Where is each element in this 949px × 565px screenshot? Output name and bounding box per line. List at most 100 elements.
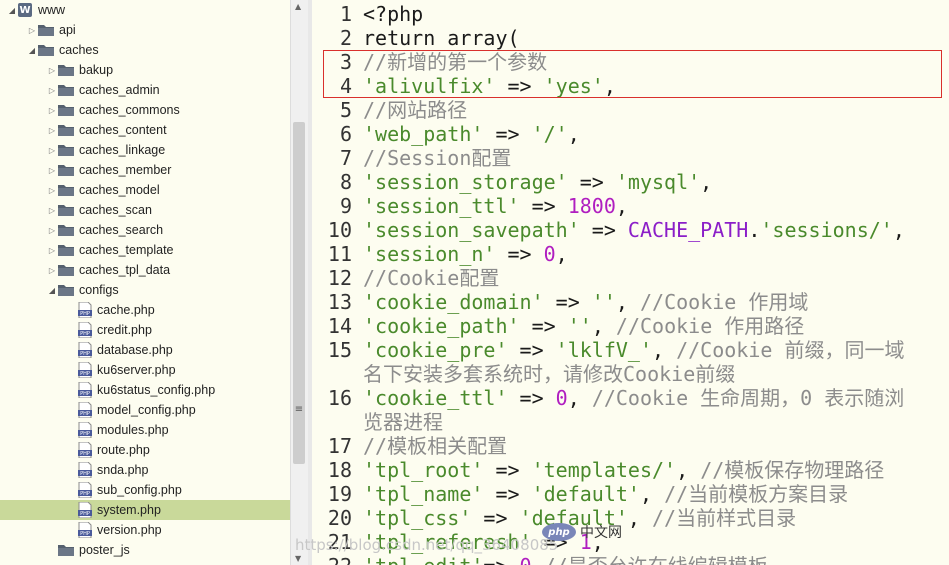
code-token: 'sessions/' bbox=[760, 218, 893, 242]
tree-item-label: sub_config.php bbox=[97, 483, 182, 497]
folder-icon bbox=[58, 544, 79, 556]
grip-icon: ≡ bbox=[294, 404, 304, 415]
code-line[interactable]: //Session配置 bbox=[363, 146, 511, 170]
tree-file[interactable]: PHP database.php bbox=[0, 340, 290, 360]
scroll-up-icon[interactable]: ▲ bbox=[295, 2, 301, 11]
expand-arrow-icon[interactable]: ▷ bbox=[46, 146, 58, 155]
tree-folder[interactable]: ▷ caches_search bbox=[0, 220, 290, 240]
code-line[interactable]: 'session_n' => 0, bbox=[363, 242, 568, 266]
tree-folder[interactable]: ▷ caches_content bbox=[0, 120, 290, 140]
code-token: => bbox=[483, 122, 532, 146]
scrollbar-thumb[interactable]: ≡ bbox=[293, 122, 305, 464]
tree-item-label: caches_model bbox=[79, 183, 160, 197]
code-token: 'mysql' bbox=[615, 170, 701, 194]
tree-file[interactable]: PHP modules.php bbox=[0, 420, 290, 440]
expand-arrow-icon[interactable]: ▷ bbox=[46, 166, 58, 175]
expand-arrow-icon[interactable]: ▷ bbox=[46, 266, 58, 275]
code-line[interactable]: 名下安装多套系统时，请修改Cookie前缀 bbox=[363, 362, 735, 386]
tree-scrollbar[interactable]: ▲ ≡ ▼ bbox=[290, 0, 308, 565]
code-line[interactable]: 'web_path' => '/', bbox=[363, 122, 580, 146]
code-line[interactable]: 'session_storage' => 'mysql', bbox=[363, 170, 712, 194]
code-line[interactable]: 'session_ttl' => 1800, bbox=[363, 194, 628, 218]
folder-icon bbox=[58, 224, 79, 236]
code-line[interactable]: 'tpl_name' => 'default', //当前模板方案目录 bbox=[363, 482, 848, 506]
tree-folder[interactable]: ▷ caches_admin bbox=[0, 80, 290, 100]
line-number: 15 bbox=[327, 338, 352, 362]
code-token: //Cookie 作用路径 bbox=[615, 314, 805, 338]
collapse-arrow-icon[interactable]: ◢ bbox=[26, 46, 38, 55]
tree-item-label: caches_linkage bbox=[79, 143, 166, 157]
tree-item-label: caches_admin bbox=[79, 83, 160, 97]
code-line[interactable]: 'tpl_edit'=> 0,//是否允许在线编辑模板 bbox=[363, 554, 768, 565]
code-line[interactable]: 'cookie_pre' => 'lklfV_', //Cookie 前缀，同一… bbox=[363, 338, 904, 362]
svg-text:PHP: PHP bbox=[80, 471, 90, 477]
code-line[interactable]: 览器进程 bbox=[363, 410, 443, 434]
code-line[interactable]: 'cookie_path' => '', //Cookie 作用路径 bbox=[363, 314, 804, 338]
code-token: '/' bbox=[531, 122, 568, 146]
expand-arrow-icon[interactable]: ▷ bbox=[46, 246, 58, 255]
expand-arrow-icon[interactable]: ▷ bbox=[26, 26, 38, 35]
svg-text:PHP: PHP bbox=[80, 431, 90, 437]
tree-folder[interactable]: ▷ caches_linkage bbox=[0, 140, 290, 160]
tree-folder[interactable]: ◢ configs bbox=[0, 280, 290, 300]
code-token: <?php bbox=[363, 2, 424, 26]
code-line[interactable]: //模板相关配置 bbox=[363, 434, 507, 458]
php-file-icon: PHP bbox=[78, 382, 97, 398]
code-token: , bbox=[676, 458, 701, 482]
expand-arrow-icon[interactable]: ▷ bbox=[46, 186, 58, 195]
expand-arrow-icon[interactable]: ▷ bbox=[46, 86, 58, 95]
code-editor[interactable]: 1 <?php 2 return array(3//新增的第一个参数 4'alivulf… bbox=[312, 0, 949, 565]
collapse-arrow-icon[interactable]: ◢ bbox=[46, 286, 58, 295]
expand-arrow-icon[interactable]: ▷ bbox=[46, 126, 58, 135]
tree-folder[interactable]: ▷ caches_scan bbox=[0, 200, 290, 220]
expand-arrow-icon[interactable]: ◢ bbox=[6, 6, 18, 15]
code-line[interactable]: 'tpl_root' => 'templates/', //模板保存物理路径 bbox=[363, 458, 884, 482]
tree-folder[interactable]: ▷ caches_tpl_data bbox=[0, 260, 290, 280]
tree-folder[interactable]: ▷ bakup bbox=[0, 60, 290, 80]
code-token: => bbox=[519, 314, 568, 338]
code-line[interactable]: 'cookie_ttl' => 0, //Cookie 生命周期，0 表示随浏 bbox=[363, 386, 904, 410]
code-token: , bbox=[567, 122, 580, 146]
tree-item-label: poster_js bbox=[79, 543, 130, 557]
tree-file[interactable]: PHP cache.php bbox=[0, 300, 290, 320]
code-line[interactable]: return array( bbox=[363, 26, 520, 50]
tree-folder[interactable]: ▷ caches_model bbox=[0, 180, 290, 200]
tree-file[interactable]: PHP ku6status_config.php bbox=[0, 380, 290, 400]
tree-file[interactable]: PHP ku6server.php bbox=[0, 360, 290, 380]
tree-file[interactable]: PHP snda.php bbox=[0, 460, 290, 480]
svg-text:PHP: PHP bbox=[80, 411, 90, 417]
tree-item-label: ku6server.php bbox=[97, 363, 176, 377]
expand-arrow-icon[interactable]: ▷ bbox=[46, 66, 58, 75]
tree-item-label: credit.php bbox=[97, 323, 152, 337]
tree-folder[interactable]: ▷ api bbox=[0, 20, 290, 40]
line-number: 22 bbox=[312, 554, 352, 565]
tree-folder[interactable]: ▷ caches_template bbox=[0, 240, 290, 260]
code-line[interactable]: <?php bbox=[363, 2, 423, 26]
expand-arrow-icon[interactable]: ▷ bbox=[46, 206, 58, 215]
code-token: => bbox=[495, 242, 544, 266]
tree-folder[interactable]: poster_js bbox=[0, 540, 290, 560]
tree-file[interactable]: PHP version.php bbox=[0, 520, 290, 540]
code-line[interactable]: //Cookie配置 bbox=[363, 266, 499, 290]
tree-root[interactable]: ◢ W www bbox=[0, 0, 290, 20]
code-line[interactable]: //网站路径 bbox=[363, 98, 467, 122]
tree-file[interactable]: PHP system.php bbox=[0, 500, 290, 520]
expand-arrow-icon[interactable]: ▷ bbox=[46, 106, 58, 115]
code-line[interactable]: 'session_savepath' => CACHE_PATH.'sessio… bbox=[363, 218, 905, 242]
tree-item-label: caches_member bbox=[79, 163, 172, 177]
svg-text:PHP: PHP bbox=[80, 511, 90, 517]
code-token: 览器进程 bbox=[363, 410, 443, 434]
expand-arrow-icon[interactable]: ▷ bbox=[46, 226, 58, 235]
tree-file[interactable]: PHP model_config.php bbox=[0, 400, 290, 420]
tree-folder[interactable]: ▷ caches_commons bbox=[0, 100, 290, 120]
code-token: => bbox=[483, 482, 532, 506]
tree-file[interactable]: PHP route.php bbox=[0, 440, 290, 460]
tree-file[interactable]: PHP credit.php bbox=[0, 320, 290, 340]
tree-folder[interactable]: ▷ caches_member bbox=[0, 160, 290, 180]
tree-folder[interactable]: ◢ caches bbox=[0, 40, 290, 60]
code-line[interactable]: 'cookie_domain' => '', //Cookie 作用域 bbox=[363, 290, 808, 314]
scroll-down-icon[interactable]: ▼ bbox=[295, 554, 301, 563]
line-number: 20 bbox=[327, 506, 352, 530]
tree-file[interactable]: PHP sub_config.php bbox=[0, 480, 290, 500]
line-number: 7 bbox=[339, 146, 352, 170]
